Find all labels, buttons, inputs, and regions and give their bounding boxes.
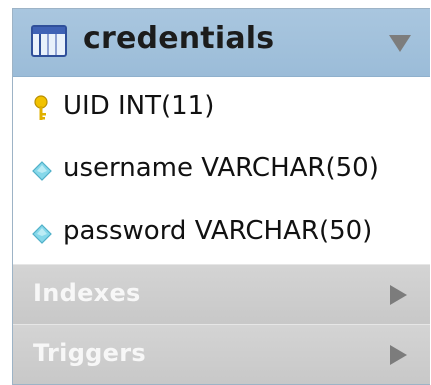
- section-indexes[interactable]: Indexes: [13, 264, 430, 324]
- table-card: credentials UID INT(11) username VARCHAR…: [12, 8, 430, 385]
- column-label: UID INT(11): [63, 91, 215, 121]
- table-title: credentials: [83, 21, 275, 56]
- column-label: password VARCHAR(50): [63, 216, 373, 246]
- column-diamond-icon: [32, 224, 52, 244]
- column-list: UID INT(11) username VARCHAR(50) passwor…: [13, 77, 430, 264]
- column-row-password[interactable]: password VARCHAR(50): [13, 202, 430, 264]
- table-header[interactable]: credentials: [13, 9, 430, 77]
- section-label-triggers: Triggers: [33, 339, 146, 367]
- triangle-down-icon[interactable]: [389, 35, 411, 52]
- column-diamond-icon: [32, 161, 52, 181]
- column-label: username VARCHAR(50): [63, 153, 379, 183]
- column-row-uid[interactable]: UID INT(11): [13, 77, 430, 139]
- section-triggers[interactable]: Triggers: [13, 324, 430, 384]
- triangle-right-icon[interactable]: [390, 345, 407, 365]
- column-row-username[interactable]: username VARCHAR(50): [13, 139, 430, 201]
- triangle-right-icon[interactable]: [390, 285, 407, 305]
- primary-key-icon: [34, 95, 48, 120]
- section-label-indexes: Indexes: [33, 279, 141, 307]
- table-grid-icon: [31, 25, 67, 57]
